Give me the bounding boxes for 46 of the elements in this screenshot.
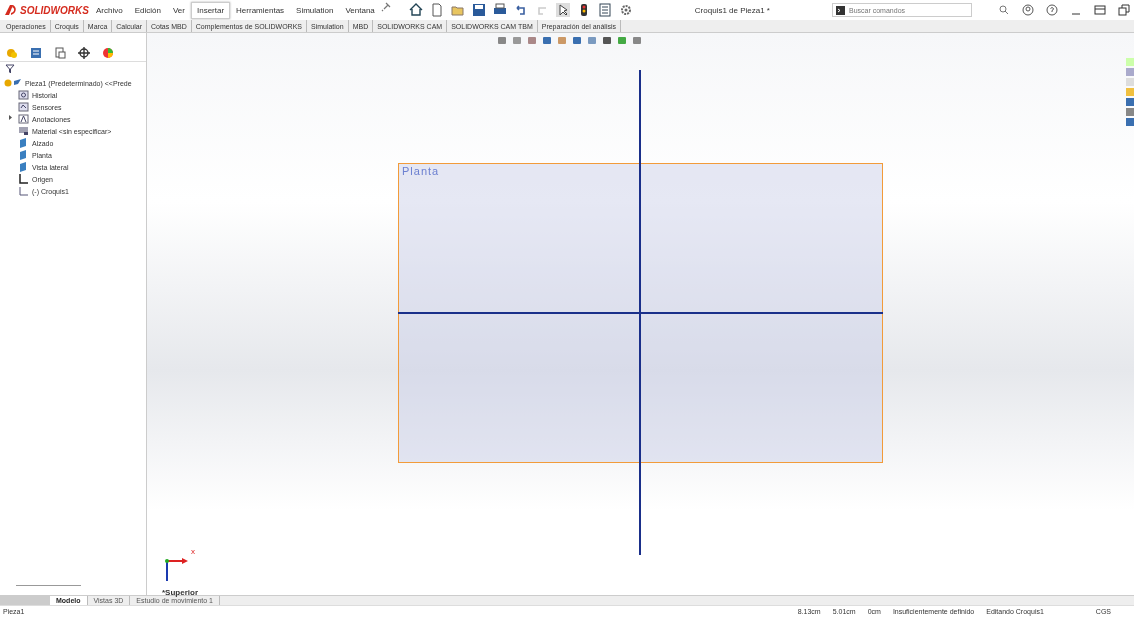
open-folder-icon[interactable] [450, 3, 465, 17]
undo-icon[interactable] [513, 3, 528, 17]
menu-item[interactable]: Herramientas [230, 1, 291, 19]
configuration-icon[interactable] [54, 47, 66, 59]
home-icon[interactable] [408, 3, 423, 17]
save-icon[interactable] [471, 3, 486, 17]
command-icon [836, 6, 845, 15]
search-icon[interactable] [998, 4, 1010, 16]
part-icon [4, 78, 22, 88]
plane-icon [18, 162, 29, 172]
menu-item[interactable]: Insertar [190, 1, 231, 19]
plane-icon [18, 150, 29, 160]
feature-tree-icon[interactable] [6, 47, 18, 59]
annotation-folder-icon [18, 114, 29, 124]
property-list-icon[interactable] [30, 47, 42, 59]
sketch-icon [18, 186, 29, 196]
menu-item[interactable]: Ver [166, 1, 191, 19]
crosshair-icon[interactable] [78, 47, 90, 59]
menu-item[interactable]: Ventana [339, 1, 381, 19]
menu-item[interactable]: Archivo [90, 1, 129, 19]
gear-icon[interactable] [618, 3, 633, 17]
logo-text: SOLIDWORKS [20, 4, 89, 16]
user-icon[interactable] [1022, 4, 1034, 16]
restore-icon[interactable] [1118, 4, 1130, 16]
file-properties-icon[interactable] [597, 3, 612, 17]
new-document-icon[interactable] [429, 3, 444, 17]
sensor-folder-icon [18, 102, 29, 112]
history-folder-icon [18, 90, 29, 100]
menu-item[interactable]: Edición [128, 1, 167, 19]
plane-label: Planta [402, 165, 440, 177]
filter-icon[interactable] [5, 64, 15, 74]
material-icon [18, 126, 29, 136]
view-orientation-label: *Superior [162, 588, 198, 597]
plane-icon [18, 138, 29, 148]
origin-icon [18, 174, 29, 184]
appearance-icon[interactable] [102, 47, 114, 59]
expand-arrow-icon[interactable] [9, 115, 13, 120]
help-icon[interactable] [1046, 4, 1058, 16]
select-pointer-icon[interactable] [555, 3, 570, 17]
pin-icon[interactable] [380, 1, 391, 12]
ds-logo-icon [4, 4, 18, 16]
window-layout-icon[interactable] [1094, 4, 1106, 16]
document-title: Croquis1 de Pieza1 * [693, 5, 771, 15]
menu-item[interactable]: Simulation [290, 1, 340, 19]
axis-label: x [191, 548, 195, 556]
print-icon[interactable] [492, 3, 507, 17]
